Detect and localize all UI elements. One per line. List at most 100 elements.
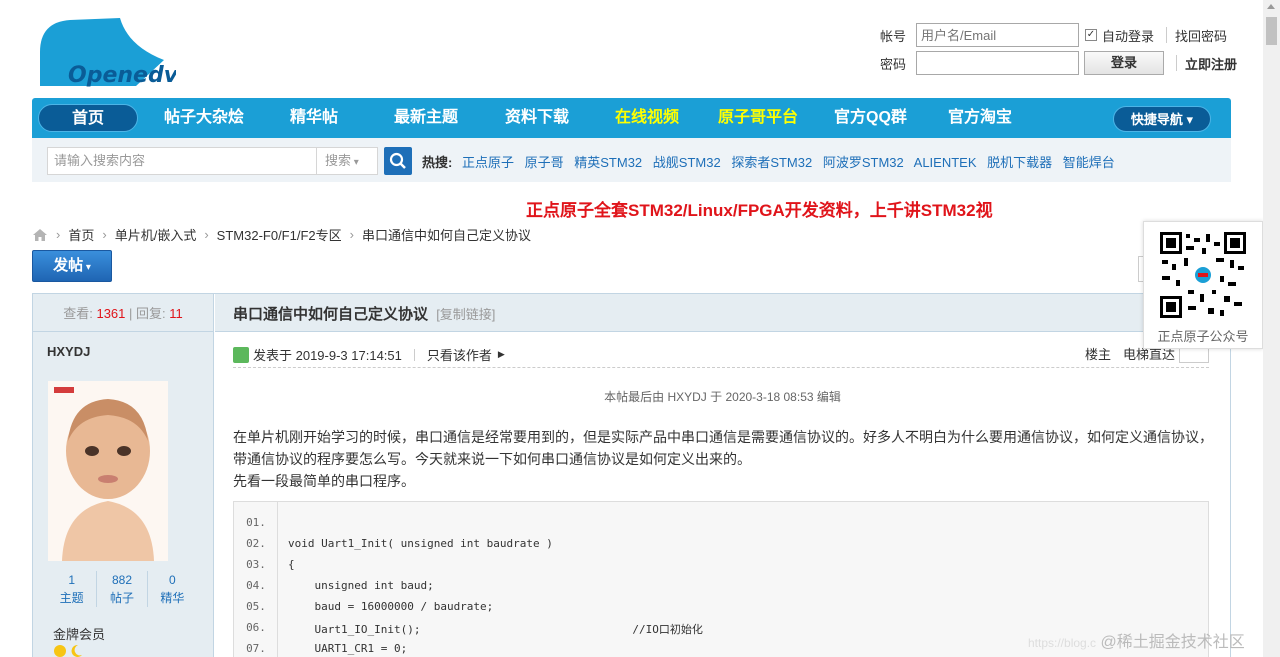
code-line-number: 05. — [246, 600, 266, 613]
code-line: baud = 16000000 / baudrate; — [288, 600, 494, 613]
hot-search-label: 热搜: — [422, 155, 453, 170]
chevron-down-icon: ▾ — [83, 262, 91, 273]
watermark-url: https://blog.c — [1028, 636, 1097, 650]
hot-search-item[interactable]: 战舰STM32 — [653, 155, 721, 170]
code-line: { — [288, 558, 295, 571]
code-line: Uart1_IO_Init(); //IO口初始化 — [288, 623, 703, 636]
account-input[interactable] — [916, 23, 1079, 47]
count-label: 帖子 — [109, 591, 134, 605]
home-icon[interactable] — [32, 228, 48, 242]
search-input[interactable]: 请输入搜索内容 — [47, 147, 317, 175]
code-line: void Uart1_Init( unsigned int baudrate ) — [288, 537, 553, 550]
replies-count: 11 — [169, 306, 183, 321]
post-main: 串口通信中如何自己定义协议 [复制链接] 发表于 2019-9-3 17:14:… — [215, 294, 1230, 657]
nav-item-posts[interactable]: 帖子大杂烩 — [164, 98, 244, 138]
post-paragraph: 先看一段最简单的串口程序。 — [233, 473, 415, 489]
copy-link-button[interactable]: [复制链接] — [436, 307, 495, 322]
search-bar: 请输入搜索内容 搜索 ▾ 热搜: 正点原子 原子哥 精英STM32 战舰STM3… — [32, 138, 1231, 182]
scroll-up-arrow-icon[interactable] — [1267, 4, 1275, 9]
edit-note: 本帖最后由 HXYDJ 于 2020-3-18 08:53 编辑 — [604, 390, 841, 404]
hot-search-item[interactable]: 智能焊台 — [1063, 155, 1115, 170]
nav-item-platform[interactable]: 原子哥平台 — [718, 98, 798, 138]
password-label: 密码 — [880, 56, 907, 72]
breadcrumb-item[interactable]: 串口通信中如何自己定义协议 — [362, 225, 531, 244]
hot-search-list: 热搜: 正点原子 原子哥 精英STM32 战舰STM32 探索者STM32 阿波… — [422, 152, 1122, 171]
search-button[interactable] — [384, 147, 412, 175]
count-value: 882 — [111, 573, 132, 587]
hot-search-item[interactable]: 原子哥 — [525, 155, 564, 170]
register-link[interactable]: 立即注册 — [1185, 54, 1237, 73]
member-rank[interactable]: 金牌会员 — [53, 624, 105, 643]
openedv-logo[interactable]: Openedv — [36, 16, 176, 92]
thread-header: 串口通信中如何自己定义协议 [复制链接] — [215, 294, 1230, 332]
hot-search-item[interactable]: 探索者STM32 — [731, 155, 812, 170]
author-name[interactable]: HXYDJ — [33, 332, 213, 359]
thread-stats: 查看: 1361 | 回复: 11 — [33, 294, 213, 332]
author-counts: 1 主题 882 帖子 0 精华 — [47, 571, 197, 607]
login-button[interactable]: 登录 — [1084, 51, 1164, 75]
hot-search-item[interactable]: ALIENTEK — [914, 155, 977, 170]
page-scrollbar[interactable] — [1263, 0, 1280, 657]
new-post-button[interactable]: 发帖 ▾ — [32, 250, 112, 282]
count-value: 0 — [168, 573, 176, 587]
hot-search-item[interactable]: 精英STM32 — [574, 155, 642, 170]
checkbox-checked-icon[interactable]: ✓ — [1085, 29, 1097, 41]
nav-item-downloads[interactable]: 资料下载 — [505, 98, 569, 138]
code-line-number: 06. — [246, 621, 266, 634]
breadcrumb-item[interactable]: STM32-F0/F1/F2专区 — [217, 225, 342, 244]
hot-search-item[interactable]: 脱机下载器 — [987, 155, 1052, 170]
scrollbar-thumb[interactable] — [1266, 17, 1277, 45]
auto-login-checkbox[interactable]: ✓ 自动登录 — [1085, 26, 1154, 45]
quick-nav-button[interactable]: 快捷导航 ▾ — [1113, 106, 1211, 132]
qr-caption: 正点原子公众号 — [1157, 329, 1249, 344]
breadcrumb-item[interactable]: 首页 — [68, 225, 94, 244]
code-line: unsigned int baud; — [288, 579, 434, 592]
breadcrumb-separator: › — [204, 227, 209, 242]
code-line: UART1_CR1 = 0; — [288, 642, 408, 655]
author-posts[interactable]: 882 帖子 — [97, 571, 148, 607]
only-author-link[interactable]: 只看该作者 — [427, 345, 492, 364]
password-input[interactable] — [916, 51, 1079, 75]
avatar[interactable] — [48, 381, 168, 561]
nav-item-qq-group[interactable]: 官方QQ群 — [834, 98, 907, 138]
author-sidebar: 查看: 1361 | 回复: 11 HXYDJ 1 主题 882 帖子 0 精华 — [33, 294, 214, 657]
hot-search-item[interactable]: 正点原子 — [462, 155, 514, 170]
qr-code-popup[interactable]: 正点原子公众号 — [1143, 221, 1263, 349]
author-digests[interactable]: 0 精华 — [148, 571, 197, 607]
divider — [1166, 27, 1168, 43]
thread-title: 串口通信中如何自己定义协议 — [233, 306, 429, 323]
promo-banner[interactable]: 正点原子全套STM32/Linux/FPGA开发资料，上千讲STM32视 — [526, 196, 1032, 221]
views-count: 1361 — [96, 306, 126, 321]
avatar-image — [48, 381, 168, 561]
nav-item-latest[interactable]: 最新主题 — [394, 98, 458, 138]
new-post-label: 发帖 — [53, 257, 84, 274]
nav-item-home[interactable]: 首页 — [38, 104, 138, 132]
chevron-down-icon: ▾ — [1182, 112, 1194, 127]
watermark-text: @稀土掘金技术社区 — [1100, 634, 1245, 651]
moon-icon — [71, 644, 82, 657]
hot-search-item[interactable]: 阿波罗STM32 — [823, 155, 904, 170]
breadcrumb-separator: › — [102, 227, 107, 242]
count-label: 精华 — [160, 591, 185, 605]
sun-icon — [54, 645, 66, 657]
breadcrumb-separator: › — [56, 227, 61, 242]
post-container: 查看: 1361 | 回复: 11 HXYDJ 1 主题 882 帖子 0 精华 — [32, 293, 1231, 657]
search-type-select[interactable]: 搜索 ▾ — [316, 147, 378, 175]
nav-item-featured[interactable]: 精华帖 — [290, 98, 338, 138]
replies-label: 回复: — [136, 306, 166, 321]
divider — [1176, 55, 1177, 71]
nav-item-taobao[interactable]: 官方淘宝 — [948, 98, 1012, 138]
find-password-link[interactable]: 找回密码 — [1175, 26, 1227, 45]
online-status-icon — [233, 346, 249, 363]
breadcrumb-item[interactable]: 单片机/嵌入式 — [115, 225, 197, 244]
stats-divider: | — [129, 306, 137, 321]
medal-icons — [53, 644, 83, 657]
triangle-right-icon: ▶ — [497, 349, 505, 359]
post-body: 在单片机刚开始学习的时候，串口通信是经常要用到的，但是实际产品中串口通信是需要通… — [233, 426, 1213, 492]
breadcrumb: › 首页 › 单片机/嵌入式 › STM32-F0/F1/F2专区 › 串口通信… — [32, 225, 531, 244]
code-line-number: 03. — [246, 558, 266, 571]
floor-label: 楼主 — [1084, 347, 1111, 362]
count-label: 主题 — [59, 591, 84, 605]
nav-item-videos[interactable]: 在线视频 — [615, 98, 679, 138]
author-threads[interactable]: 1 主题 — [47, 571, 98, 607]
